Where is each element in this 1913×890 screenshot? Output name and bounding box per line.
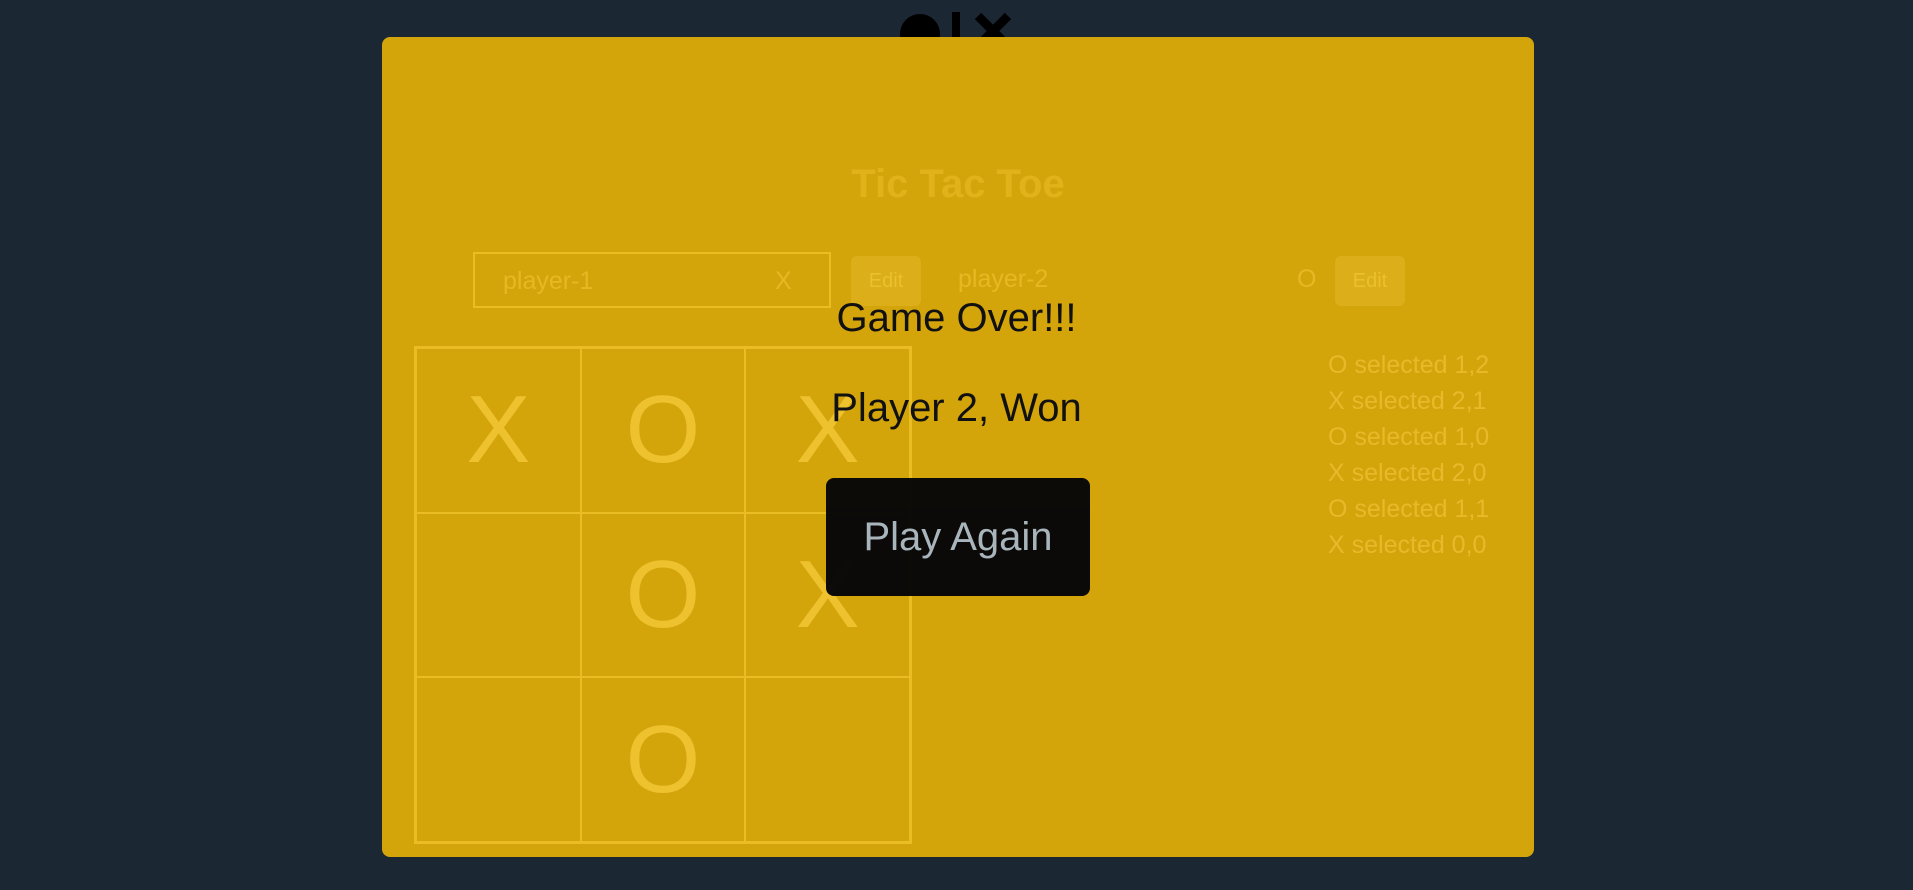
- game-over-overlay: Game Over!!! Player 2, Won Play Again: [0, 0, 1913, 890]
- play-again-button[interactable]: Play Again: [826, 478, 1090, 596]
- game-over-title: Game Over!!!: [836, 296, 1077, 340]
- winner-message: Player 2, Won: [831, 386, 1082, 430]
